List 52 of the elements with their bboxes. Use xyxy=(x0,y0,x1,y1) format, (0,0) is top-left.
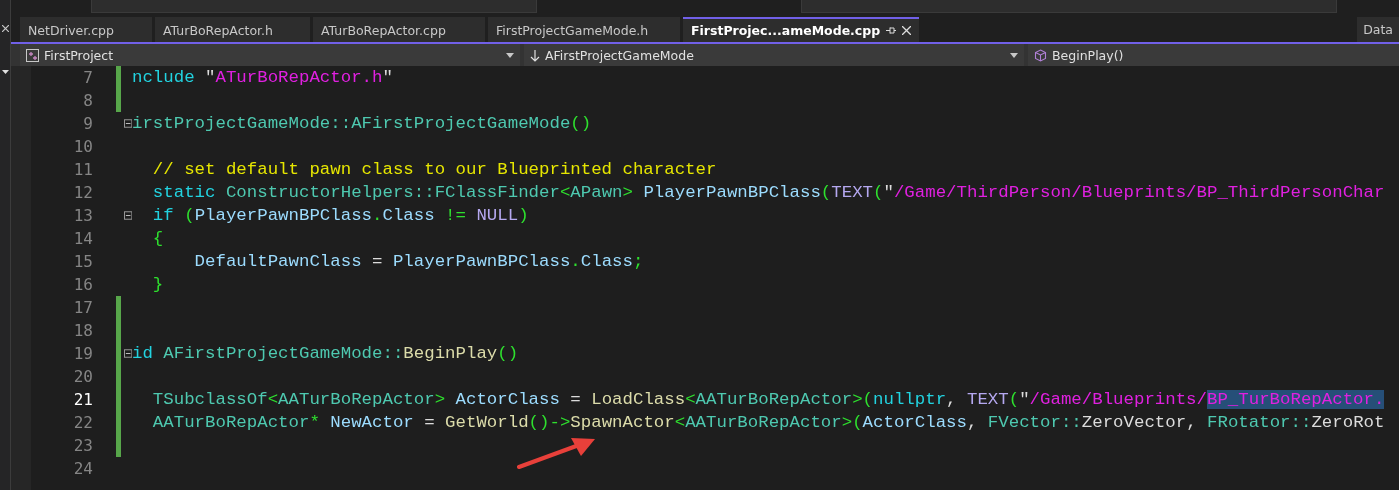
caret-icon xyxy=(506,52,514,58)
line-number: 10 xyxy=(72,136,93,158)
collapse-icon[interactable] xyxy=(123,349,132,358)
line-number: 19 xyxy=(72,343,93,365)
code-line: id AFirstProjectGameMode::BeginPlay() xyxy=(132,344,519,363)
collapse-icon[interactable] xyxy=(123,119,132,128)
line-number: 16 xyxy=(72,274,93,296)
line-number: 21 xyxy=(72,389,93,411)
line-number: 7 xyxy=(82,67,93,89)
code-line: DefaultPawnClass = PlayerPawnBPClass.Class; xyxy=(193,252,644,271)
caret-icon[interactable] xyxy=(1,70,9,74)
code-line: // set default pawn class to our Blueprinted character xyxy=(151,160,717,179)
code-line: static ConstructorHelpers::FClassFinder<APawn> PlayerPawnBPClass(TEXT("/Game/ThirdPerson/Blueprints/BP_ThirdPersonChar xyxy=(151,183,1385,202)
down-arrow-icon xyxy=(530,48,540,62)
line-number: 22 xyxy=(72,412,93,434)
code-line: } xyxy=(151,275,164,294)
line-number: 13 xyxy=(72,205,93,227)
line-number: 18 xyxy=(72,320,93,342)
line-number: 9 xyxy=(82,113,93,135)
file-tab[interactable]: FirstProjectGameMode.h xyxy=(488,17,680,42)
navigation-dropdown[interactable]: FirstProject xyxy=(20,44,520,66)
file-tab[interactable]: ATurBoRepActor.h xyxy=(155,17,310,42)
close-icon[interactable] xyxy=(1,25,9,32)
line-number: 8 xyxy=(82,90,93,112)
caret-icon xyxy=(1010,52,1018,58)
code-line: nclude "ATurBoRepActor.h" xyxy=(132,68,393,87)
code-line: { xyxy=(151,229,164,248)
line-number: 12 xyxy=(72,182,93,204)
cube-icon xyxy=(1034,48,1047,62)
code-line: TSubclassOf<AATurBoRepActor> ActorClass = LoadClass<AATurBoRepActor>(nullptr, TEXT("/Game/Blueprints/BP_TurBoRepActor. xyxy=(151,390,1385,409)
pin-icon[interactable] xyxy=(886,26,897,35)
project-icon xyxy=(26,48,39,62)
file-tab[interactable]: NetDriver.cpp xyxy=(20,17,152,42)
line-number: 15 xyxy=(72,251,93,273)
file-tab[interactable]: FirstProjec...ameMode.cpp xyxy=(683,17,920,42)
line-number: 14 xyxy=(72,228,93,250)
line-number: 24 xyxy=(72,458,93,480)
navigation-dropdown[interactable]: AFirstProjectGameMode xyxy=(524,44,1024,66)
side-tab[interactable]: Data xyxy=(1357,17,1399,42)
line-number: 17 xyxy=(72,297,93,319)
line-number: 23 xyxy=(72,435,93,457)
collapse-icon[interactable] xyxy=(123,211,132,220)
code-line: if (PlayerPawnBPClass.Class != NULL) xyxy=(151,206,529,225)
close-icon[interactable] xyxy=(902,26,912,35)
toolbar-field[interactable] xyxy=(91,0,537,13)
toolbar-field[interactable] xyxy=(801,0,1337,13)
code-line: irstProjectGameMode::AFirstProjectGameMode() xyxy=(132,114,592,133)
line-number: 11 xyxy=(72,159,93,181)
navigation-dropdown[interactable]: BeginPlay() xyxy=(1028,44,1399,66)
line-number: 20 xyxy=(72,366,93,388)
file-tab[interactable]: ATurBoRepActor.cpp xyxy=(313,17,485,42)
code-line: AATurBoRepActor* NewActor = GetWorld()->SpawnActor<AATurBoRepActor>(ActorClass, FVector::ZeroVector, FRotator::ZeroRot xyxy=(151,413,1385,432)
